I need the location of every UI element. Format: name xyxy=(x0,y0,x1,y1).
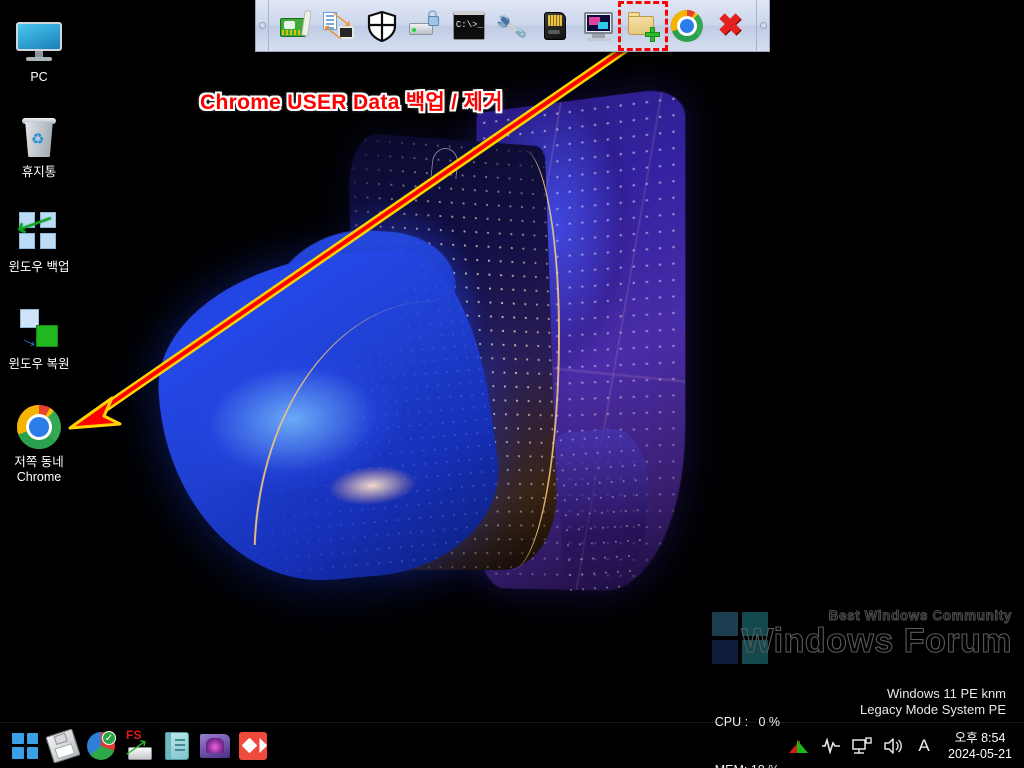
desktop-icon-label: 윈도우 복원 xyxy=(8,357,70,371)
cpu-usage: CPU : 0 % xyxy=(714,714,781,729)
shield-icon xyxy=(366,10,398,42)
taskbar-item-media-folder[interactable] xyxy=(198,729,232,763)
volume-icon[interactable] xyxy=(882,735,904,757)
network-icon[interactable] xyxy=(851,735,873,757)
toolbar-button-shield[interactable] xyxy=(364,8,400,44)
taskbar-item-anydesk[interactable] xyxy=(236,729,270,763)
network-card-icon xyxy=(279,9,312,42)
monitor-icon xyxy=(0,18,78,66)
desktop-icon-label: PC xyxy=(30,70,48,84)
desktop-screen: Best Windows Community Windows Forum Win… xyxy=(0,0,1024,768)
windows-logo-icon xyxy=(12,732,38,759)
toolbar-button-chrome[interactable] xyxy=(669,8,705,44)
toolbar-button-command-prompt[interactable]: C:\>_ xyxy=(451,8,487,44)
toolbar-button-drive-lock[interactable] xyxy=(407,8,443,44)
toolbar-button-network-card[interactable] xyxy=(277,8,313,44)
clock[interactable]: 오후 8:54 2024-05-21 xyxy=(944,730,1012,762)
desktop-icon-recycle-bin[interactable]: ♻ 휴지통 xyxy=(0,113,78,180)
watermark: Best Windows Community Windows Forum xyxy=(712,608,1012,670)
taskbar-item-notes[interactable] xyxy=(160,729,194,763)
wallpaper-gold-edge-right xyxy=(430,150,560,570)
migration-icon: ⟶ ⟶ xyxy=(319,5,355,46)
start-button[interactable] xyxy=(8,729,42,763)
toolbar-button-tools[interactable]: 🔧 xyxy=(494,8,530,44)
taskbar-item-disk-image[interactable] xyxy=(45,727,81,764)
toolbar-button-close[interactable]: ✖ xyxy=(712,8,748,44)
disk-image-icon xyxy=(45,727,81,764)
annotation-text: Chrome USER Data 백업 / 제거 xyxy=(200,91,503,114)
activity-pulse-icon[interactable] xyxy=(820,735,842,757)
performance-monitor: CPU : 0 % MEM: 18 % xyxy=(715,682,780,768)
wallpaper-wave-tail-dots xyxy=(554,427,656,603)
network-meter-icon[interactable] xyxy=(789,735,811,757)
toolbar-button-migration[interactable]: ⟶ ⟶ xyxy=(319,5,356,46)
ime-indicator[interactable]: A xyxy=(913,735,935,757)
windows-restore-icon: → xyxy=(0,305,78,354)
clock-date: 2024-05-21 xyxy=(948,746,1012,761)
floating-toolbar: ⟶ ⟶ C:\>_ ✖ xyxy=(255,0,770,52)
toolbar-grip-right[interactable] xyxy=(756,0,769,51)
memory-usage: MEM: 18 % xyxy=(715,762,780,768)
desktop-icon-label: 휴지통 xyxy=(21,165,57,179)
toolbar-button-folder-add[interactable] xyxy=(618,0,669,51)
command-prompt-text: C:\>_ xyxy=(455,19,483,30)
sd-card-icon xyxy=(540,10,572,42)
taskbar-item-fs-drive-tool[interactable]: FS ⟶ xyxy=(120,727,156,763)
toolbar-button-sd-card[interactable] xyxy=(538,8,574,44)
tools-icon: 🔧 xyxy=(495,10,530,44)
desktop-icon-chrome[interactable]: 저쪽 동네 Chrome xyxy=(0,403,78,485)
command-prompt-icon: C:\>_ xyxy=(452,10,485,42)
toolbar-button-display[interactable] xyxy=(581,8,617,44)
notes-icon xyxy=(165,731,189,760)
taskbar-item-partition-manager[interactable]: ✓ xyxy=(84,729,118,763)
fs-drive-tool-icon: FS ⟶ xyxy=(120,727,152,762)
media-folder-icon xyxy=(200,733,230,758)
windows-backup-icon: ⟵ xyxy=(0,203,78,256)
desktop-icon-label-line2: Chrome xyxy=(16,470,62,484)
desktop-icon-windows-restore[interactable]: → 윈도우 복원 xyxy=(0,305,78,372)
desktop-icon-windows-backup[interactable]: ⟵ 윈도우 백업 xyxy=(0,203,78,275)
folder-add-icon xyxy=(627,10,661,42)
anydesk-icon xyxy=(239,731,267,760)
desktop-icon-label: 윈도우 백업 xyxy=(8,260,70,274)
wallpaper-wave-tail xyxy=(554,427,656,603)
toolbar-grip-left[interactable] xyxy=(256,0,269,51)
desktop-icon-pc[interactable]: PC xyxy=(0,18,78,85)
watermark-subtitle: Best Windows Community xyxy=(828,608,1012,624)
close-icon: ✖ xyxy=(717,8,743,42)
partition-manager-icon: ✓ xyxy=(87,730,116,760)
desktop-icon-label-line1: 저쪽 동네 xyxy=(14,455,64,469)
chrome-icon xyxy=(0,403,78,451)
watermark-title: Windows Forum xyxy=(741,621,1012,660)
drive-lock-icon xyxy=(409,9,441,42)
clock-time: 오후 8:54 xyxy=(954,730,1006,745)
chrome-icon xyxy=(670,9,703,42)
display-icon xyxy=(583,10,615,42)
taskbar: ✓ FS ⟶ CPU: 0 % A 오후 8:54 2024-05-21 xyxy=(0,715,1024,768)
recycle-bin-icon: ♻ xyxy=(0,113,78,161)
